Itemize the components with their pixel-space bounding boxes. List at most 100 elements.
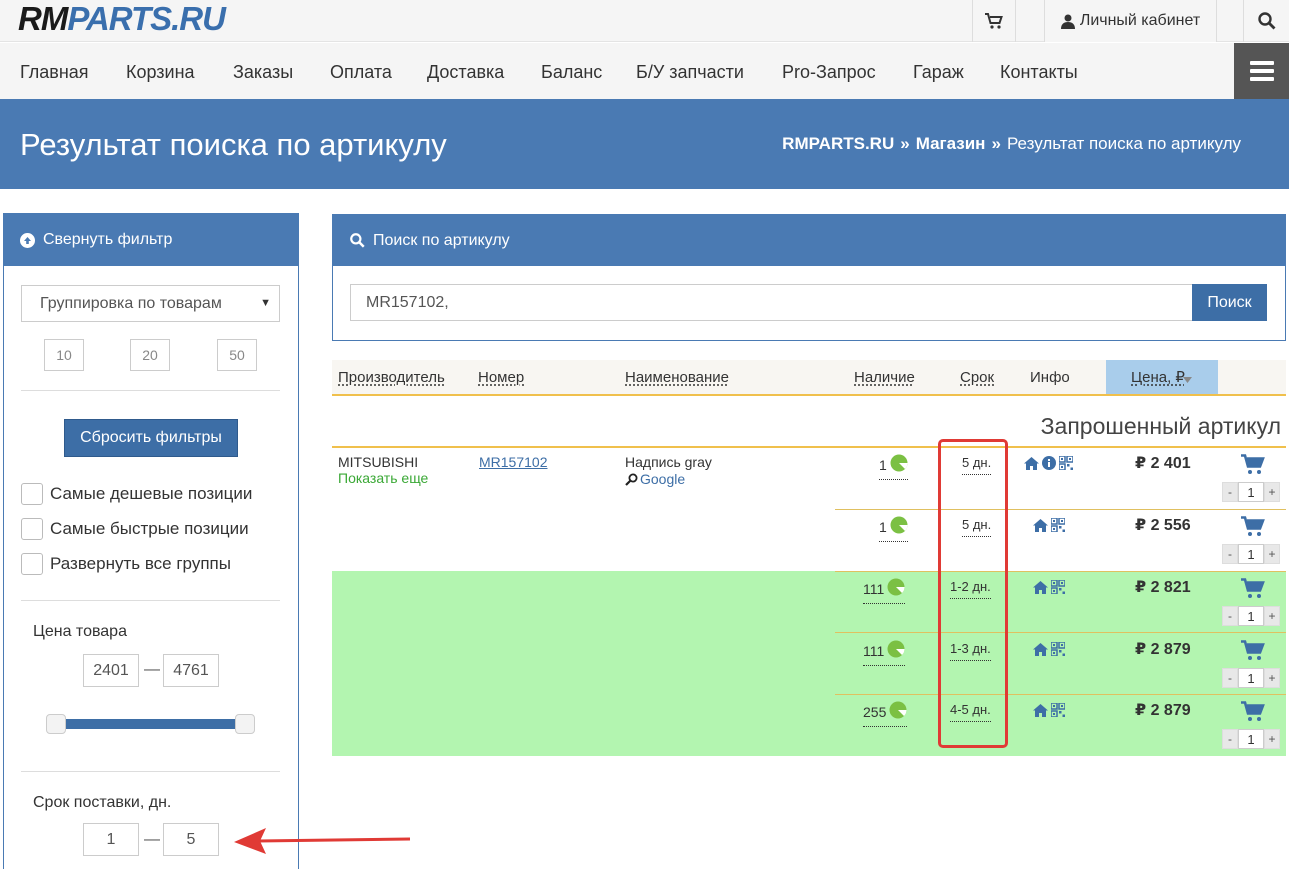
nav-item-payment[interactable]: Оплата [330, 61, 392, 83]
cheapest-positions-option[interactable]: Самые дешевые позиции [21, 483, 252, 505]
reset-filters-button[interactable]: Сбросить фильтры [64, 419, 238, 457]
info-icon[interactable] [1042, 456, 1056, 475]
qty-plus-button[interactable]: + [1264, 544, 1280, 564]
per-page-50[interactable]: 50 [217, 339, 257, 371]
qty-minus-button[interactable]: - [1222, 544, 1238, 564]
nav-item-home[interactable]: Главная [20, 61, 89, 83]
warehouse-home-icon[interactable] [1033, 580, 1048, 599]
cabinet-button[interactable]: Личный кабинет [1044, 0, 1217, 42]
nav-item-pro-request[interactable]: Pro-Запрос [782, 61, 876, 83]
nav-item-orders[interactable]: Заказы [233, 61, 293, 83]
warehouse-home-icon[interactable] [1024, 456, 1039, 475]
article-search-input[interactable]: MR157102, [350, 284, 1193, 321]
header-manufacturer[interactable]: Производитель [338, 369, 445, 387]
quantity-stepper: -1 + [1222, 606, 1280, 626]
qty-minus-button[interactable]: - [1222, 606, 1238, 626]
availability-indicator[interactable]: 111 [863, 578, 906, 604]
qr-code-icon[interactable] [1050, 517, 1066, 537]
qty-plus-button[interactable]: + [1264, 606, 1280, 626]
qr-code-icon[interactable] [1058, 455, 1074, 475]
qty-plus-button[interactable]: + [1264, 668, 1280, 688]
breadcrumb-item-site[interactable]: RMPARTS.RU [782, 134, 894, 153]
menu-toggle-button[interactable] [1234, 43, 1289, 99]
availability-value: 1 [879, 518, 887, 535]
google-search-link[interactable]: Google [625, 471, 685, 487]
add-to-cart-button[interactable] [1241, 701, 1265, 727]
qty-minus-button[interactable]: - [1222, 668, 1238, 688]
nav-item-used-parts[interactable]: Б/У запчасти [636, 61, 744, 83]
warehouse-home-icon[interactable] [1033, 703, 1048, 722]
quantity-stepper: -1 + [1222, 668, 1280, 688]
header-term[interactable]: Срок [960, 369, 994, 387]
price-min-input[interactable]: 2401 [83, 654, 139, 687]
qty-minus-button[interactable]: - [1222, 482, 1238, 502]
delivery-max-input[interactable]: 5 [163, 823, 219, 856]
availability-indicator[interactable]: 111 [863, 640, 906, 666]
nav-item-garage[interactable]: Гараж [913, 61, 964, 83]
price-slider-min-handle[interactable] [46, 714, 66, 734]
availability-value: 255 [863, 703, 887, 720]
availability-indicator[interactable]: 1 [879, 454, 908, 480]
header-price[interactable]: Цена, ₽ [1131, 369, 1185, 387]
add-to-cart-button[interactable] [1241, 578, 1265, 604]
per-page-20[interactable]: 20 [130, 339, 170, 371]
qty-input[interactable]: 1 [1238, 729, 1264, 749]
price-max-input[interactable]: 4761 [163, 654, 219, 687]
grouping-select[interactable]: Группировка по товарам ▼ [21, 285, 280, 322]
qr-code-icon[interactable] [1050, 702, 1066, 722]
part-number-link[interactable]: MR157102 [479, 454, 548, 470]
checkbox[interactable] [21, 518, 43, 540]
main-nav: Главная Корзина Заказы Оплата Доставка Б… [0, 43, 1289, 99]
qty-plus-button[interactable]: + [1264, 482, 1280, 502]
delivery-min-input[interactable]: 1 [83, 823, 139, 856]
breadcrumb-item-shop[interactable]: Магазин [916, 134, 986, 153]
warehouse-home-icon[interactable] [1033, 642, 1048, 661]
price-slider-max-handle[interactable] [235, 714, 255, 734]
expand-groups-option[interactable]: Развернуть все группы [21, 553, 231, 575]
warehouse-home-icon[interactable] [1033, 518, 1048, 537]
nav-item-delivery[interactable]: Доставка [427, 61, 504, 83]
qr-code-icon[interactable] [1050, 641, 1066, 661]
nav-item-cart[interactable]: Корзина [126, 61, 195, 83]
article-search-button[interactable]: Поиск [1192, 284, 1267, 321]
per-page-10[interactable]: 10 [44, 339, 84, 371]
hamburger-icon [1249, 77, 1274, 81]
top-search-button[interactable] [1243, 0, 1289, 42]
magnifier-icon [625, 473, 638, 486]
offer-price-value: ₽ 2 821 [1135, 579, 1191, 596]
cabinet-label: Личный кабинет [1079, 12, 1201, 29]
breadcrumb-separator: » [991, 134, 1001, 153]
availability-indicator[interactable]: 1 [879, 516, 908, 542]
checkbox[interactable] [21, 483, 43, 505]
caret-down-icon: ▼ [260, 297, 271, 309]
add-to-cart-button[interactable] [1241, 516, 1265, 542]
price-filter-label: Цена товара [33, 623, 127, 640]
nav-item-contacts[interactable]: Контакты [1000, 61, 1078, 83]
top-bar: RMPARTS.RU Личный кабинет [0, 0, 1289, 42]
qty-plus-button[interactable]: + [1264, 729, 1280, 749]
price-slider-track[interactable] [54, 719, 249, 729]
site-logo[interactable]: RMPARTS.RU [18, 2, 226, 36]
show-more-link[interactable]: Показать еще [338, 470, 428, 486]
nav-item-balance[interactable]: Баланс [541, 61, 602, 83]
add-to-cart-button[interactable] [1241, 640, 1265, 666]
qty-input[interactable]: 1 [1238, 544, 1264, 564]
add-to-cart-button[interactable] [1241, 454, 1265, 480]
cart-icon [1241, 516, 1265, 541]
qty-minus-button[interactable]: - [1222, 729, 1238, 749]
header-name[interactable]: Наименование [625, 369, 729, 387]
qty-input[interactable]: 1 [1238, 482, 1264, 502]
availability-indicator[interactable]: 255 [863, 701, 908, 727]
cart-button[interactable] [972, 0, 1016, 42]
sort-desc-icon[interactable] [1183, 377, 1192, 383]
fastest-positions-option[interactable]: Самые быстрые позиции [21, 518, 249, 540]
availability-value: 111 [863, 642, 885, 659]
header-availability[interactable]: Наличие [854, 369, 915, 387]
qty-input[interactable]: 1 [1238, 606, 1264, 626]
collapse-filter-button[interactable]: Свернуть фильтр [4, 214, 298, 266]
offer-info-icons [1033, 641, 1066, 661]
qr-code-icon[interactable] [1050, 579, 1066, 599]
header-number[interactable]: Номер [478, 369, 524, 387]
checkbox[interactable] [21, 553, 43, 575]
qty-input[interactable]: 1 [1238, 668, 1264, 688]
